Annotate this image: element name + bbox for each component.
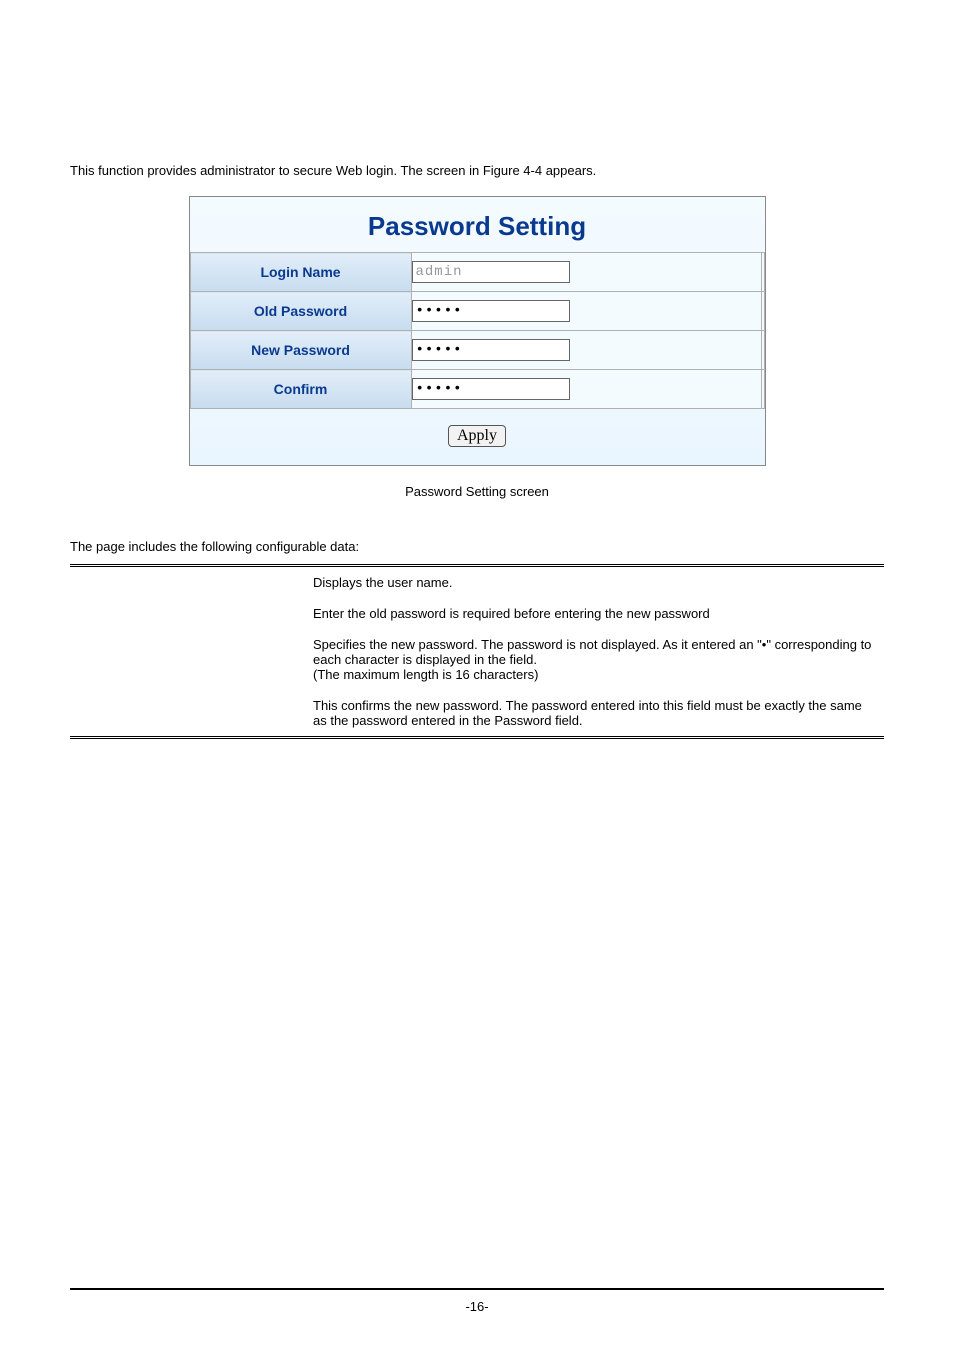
confirm-input[interactable] xyxy=(412,378,570,400)
page-number: -16- xyxy=(0,1299,954,1314)
desc-right: This confirms the new password. The pass… xyxy=(307,690,884,738)
cell-old-password xyxy=(411,292,762,331)
panel-title: Password Setting xyxy=(190,197,765,252)
cell-login-name xyxy=(411,253,762,292)
tail-cell xyxy=(762,331,764,370)
desc-right: Enter the old password is required befor… xyxy=(307,598,884,629)
apply-button[interactable]: Apply xyxy=(448,425,506,447)
tail-cell xyxy=(762,253,764,292)
cell-confirm xyxy=(411,370,762,409)
desc-note: (The maximum length is 16 characters) xyxy=(313,667,538,682)
table-row: Enter the old password is required befor… xyxy=(70,598,884,629)
row-confirm: Confirm xyxy=(190,370,764,409)
apply-row: Apply xyxy=(190,409,765,447)
intro-text: This function provides administrator to … xyxy=(70,163,884,178)
subhead-text: The page includes the following configur… xyxy=(70,539,884,554)
desc-left xyxy=(70,629,307,690)
password-setting-panel: Password Setting Login Name Old Password… xyxy=(189,196,766,466)
label-old-password: Old Password xyxy=(190,292,411,331)
login-name-input xyxy=(412,261,570,283)
table-row: This confirms the new password. The pass… xyxy=(70,690,884,738)
footer-rule xyxy=(70,1288,884,1290)
desc-line: Specifies the new password. The password… xyxy=(313,637,871,667)
desc-right: Specifies the new password. The password… xyxy=(307,629,884,690)
row-old-password: Old Password xyxy=(190,292,764,331)
cell-new-password xyxy=(411,331,762,370)
desc-left xyxy=(70,566,307,599)
label-confirm: Confirm xyxy=(190,370,411,409)
form-table: Login Name Old Password New Password xyxy=(190,252,765,409)
desc-left xyxy=(70,598,307,629)
table-row: Specifies the new password. The password… xyxy=(70,629,884,690)
figure-caption: Password Setting screen xyxy=(70,484,884,499)
new-password-input[interactable] xyxy=(412,339,570,361)
row-login-name: Login Name xyxy=(190,253,764,292)
description-table: Displays the user name. Enter the old pa… xyxy=(70,564,884,739)
tail-cell xyxy=(762,292,764,331)
row-new-password: New Password xyxy=(190,331,764,370)
old-password-input[interactable] xyxy=(412,300,570,322)
desc-right: Displays the user name. xyxy=(307,566,884,599)
desc-left xyxy=(70,690,307,738)
document-page: This function provides administrator to … xyxy=(0,0,954,1350)
label-new-password: New Password xyxy=(190,331,411,370)
table-row: Displays the user name. xyxy=(70,566,884,599)
label-login-name: Login Name xyxy=(190,253,411,292)
tail-cell xyxy=(762,370,764,409)
